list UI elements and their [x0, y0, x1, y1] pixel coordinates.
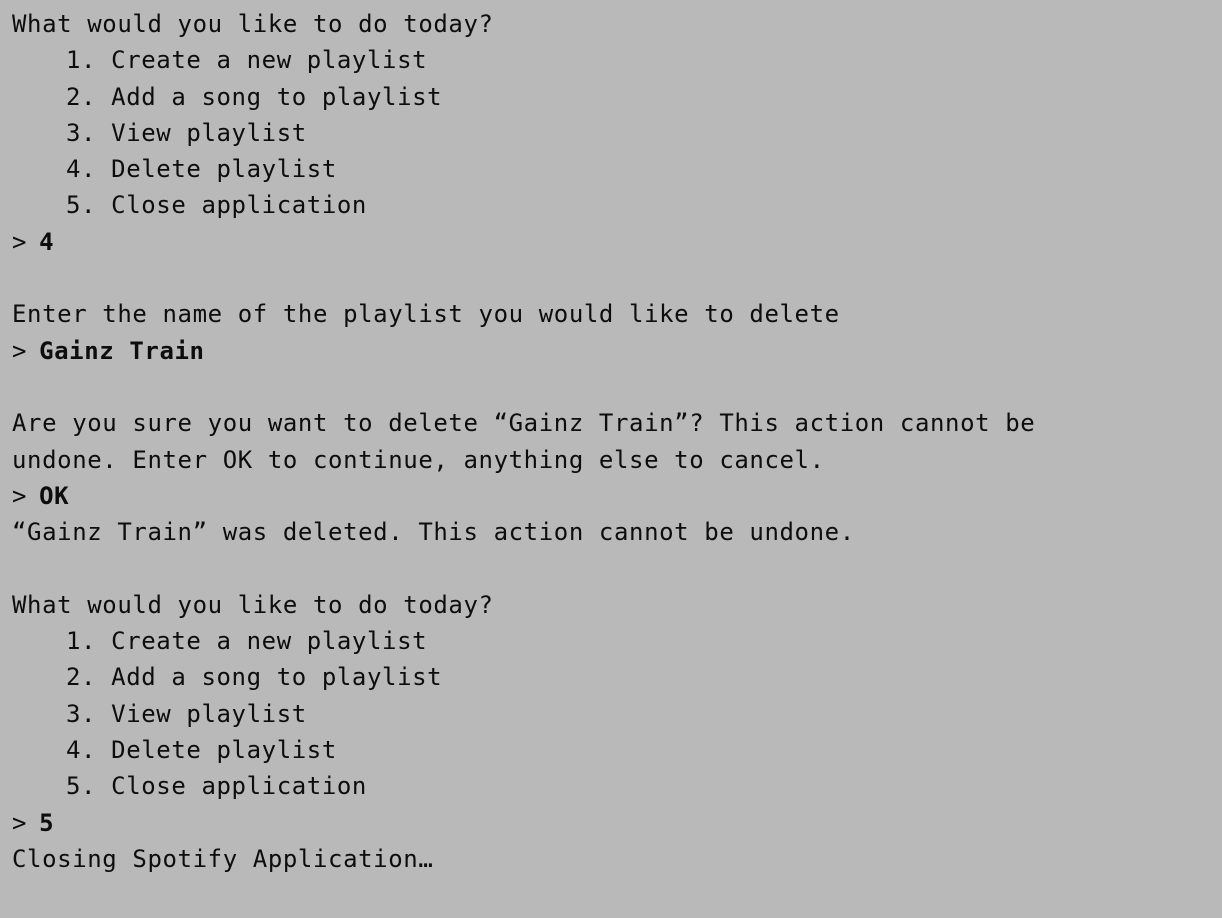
menu-item-delete: 4. Delete playlist	[66, 155, 337, 184]
delete-prompt: Enter the name of the playlist you would…	[12, 300, 840, 329]
user-input-playlist-name: Gainz Train	[39, 336, 205, 365]
prompt-symbol: >	[12, 481, 28, 510]
menu-title: What would you like to do today?	[12, 10, 494, 38]
user-input-choice: 4	[39, 227, 55, 256]
user-input-confirm: OK	[39, 481, 70, 510]
menu-item-view: 3. View playlist	[66, 118, 307, 147]
input-line-choice-1: >4	[12, 224, 1222, 260]
input-line-playlist-name: > Gainz Train	[12, 333, 1222, 369]
user-input-choice: 5	[39, 808, 55, 837]
confirm-message-line-1: Are you sure you want to delete “Gainz T…	[12, 409, 1036, 438]
input-line-choice-2: >5	[12, 805, 1222, 841]
menu-item-create: 1. Create a new playlist	[66, 46, 428, 75]
prompt-symbol: >	[12, 227, 28, 256]
menu-item-close: 5. Close application	[66, 772, 367, 801]
confirm-message-line-2: undone. Enter OK to continue, anything e…	[12, 445, 825, 474]
menu-item-add-song: 2. Add a song to playlist	[66, 82, 443, 111]
menu-item-delete: 4. Delete playlist	[66, 735, 337, 764]
menu-item-add-song: 2. Add a song to playlist	[66, 663, 443, 692]
prompt-symbol: >	[12, 808, 28, 837]
input-line-confirm: > OK	[12, 478, 1222, 514]
terminal-output: What would you like to do today? 1. Crea…	[0, 0, 1222, 918]
menu-item-close: 5. Close application	[66, 191, 367, 220]
closing-message: Closing Spotify Application…	[12, 844, 434, 873]
deleted-message: “Gainz Train” was deleted. This action c…	[12, 518, 855, 547]
menu-item-view: 3. View playlist	[66, 699, 307, 728]
menu-title: What would you like to do today?	[12, 590, 494, 619]
menu-item-create: 1. Create a new playlist	[66, 627, 428, 656]
prompt-symbol: >	[12, 336, 28, 365]
